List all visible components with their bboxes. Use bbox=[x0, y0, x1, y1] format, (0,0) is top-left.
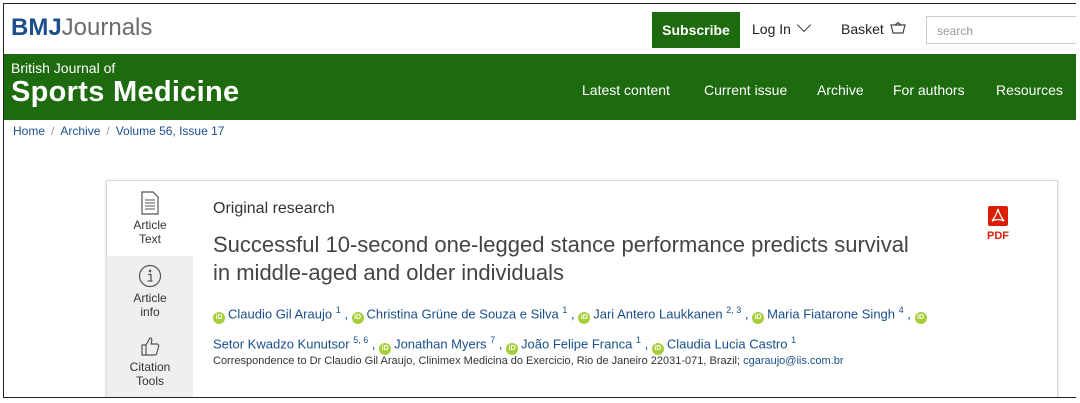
orcid-icon[interactable]: iD bbox=[379, 342, 392, 355]
journal-subtitle: British Journal of bbox=[11, 60, 116, 76]
breadcrumb: Home / Archive / Volume 56, Issue 17 bbox=[13, 124, 224, 138]
basket-icon[interactable] bbox=[890, 22, 906, 34]
journal-title[interactable]: Sports Medicine bbox=[11, 76, 240, 109]
logo-rest-text: Journals bbox=[61, 14, 153, 41]
article-title: Successful 10-second one-legged stance p… bbox=[213, 232, 909, 285]
author-link[interactable]: Claudio Gil Araujo bbox=[228, 306, 332, 321]
orcid-icon[interactable]: iD bbox=[506, 342, 519, 355]
pdf-label: PDF bbox=[987, 230, 1009, 242]
breadcrumb-home[interactable]: Home bbox=[13, 124, 45, 138]
tab-citation-tools[interactable]: Citation Tools bbox=[107, 335, 193, 388]
tab-label-line1: Article bbox=[133, 291, 167, 305]
author-list: iD Claudio Gil Araujo 1 , iD Christina Grü… bbox=[213, 297, 983, 358]
author-link[interactable]: João Felipe Franca bbox=[521, 337, 632, 352]
affiliation-ref[interactable]: 5, 6 bbox=[353, 335, 368, 345]
correspondence: Correspondence to Dr Claudio Gil Araujo,… bbox=[213, 355, 844, 367]
author-link[interactable]: Maria Fiatarone Singh bbox=[767, 306, 895, 321]
author-link[interactable]: Claudia Lucia Castro bbox=[667, 337, 788, 352]
tab-label-line2: Tools bbox=[135, 374, 164, 388]
pdf-icon bbox=[988, 206, 1008, 226]
basket-label: Basket bbox=[841, 21, 884, 37]
orcid-icon[interactable]: iD bbox=[752, 312, 765, 325]
journal-banner: British Journal of Sports Medicine Lates… bbox=[4, 54, 1076, 120]
thumbs-up-icon bbox=[141, 337, 160, 356]
tab-label-line1: Article bbox=[133, 218, 167, 232]
affiliation-ref[interactable]: 2, 3 bbox=[726, 305, 741, 315]
article-card: Article Text Article info Citation Tools bbox=[106, 180, 1058, 397]
article-sidebar: Article Text Article info Citation Tools bbox=[107, 181, 193, 397]
tab-label-line1: Citation bbox=[129, 360, 171, 374]
correspondence-text: Correspondence to Dr Claudio Gil Araujo,… bbox=[213, 355, 741, 367]
orcid-icon[interactable]: iD bbox=[651, 342, 664, 355]
affiliation-ref[interactable]: 7 bbox=[490, 335, 495, 345]
nav-latest-content[interactable]: Latest content bbox=[582, 82, 670, 98]
nav-current-issue[interactable]: Current issue bbox=[704, 82, 787, 98]
basket-link[interactable]: Basket bbox=[841, 21, 884, 37]
author-link[interactable]: Jari Antero Laukkanen bbox=[593, 306, 722, 321]
author-link[interactable]: Setor Kwadzo Kunutsor bbox=[213, 337, 350, 352]
login-label: Log In bbox=[752, 21, 791, 37]
logo-bold-text: BMJ bbox=[11, 14, 62, 41]
orcid-icon[interactable]: iD bbox=[213, 312, 225, 325]
chevron-down-icon bbox=[796, 17, 812, 33]
author-link[interactable]: Jonathan Myers bbox=[394, 337, 487, 352]
article-type: Original research bbox=[213, 200, 335, 217]
affiliation-ref[interactable]: 1 bbox=[336, 305, 341, 315]
nav-resources[interactable]: Resources bbox=[996, 82, 1063, 98]
tab-article-text[interactable]: Article Text bbox=[107, 181, 193, 256]
affiliation-ref[interactable]: 1 bbox=[636, 335, 641, 345]
tab-label-line2: Text bbox=[138, 232, 161, 246]
bmj-journals-logo[interactable]: BMJJournals bbox=[11, 14, 152, 42]
tab-article-info[interactable]: Article info bbox=[107, 264, 193, 319]
page-frame: BMJJournals Subscribe Log In Basket sear… bbox=[3, 3, 1076, 398]
affiliation-ref[interactable]: 1 bbox=[562, 305, 567, 315]
subscribe-button[interactable]: Subscribe bbox=[652, 12, 740, 48]
pdf-download[interactable]: PDF bbox=[983, 205, 1013, 242]
document-icon bbox=[141, 191, 159, 215]
nav-archive[interactable]: Archive bbox=[817, 82, 864, 98]
orcid-icon[interactable]: iD bbox=[351, 312, 364, 325]
nav-for-authors[interactable]: For authors bbox=[893, 82, 965, 98]
top-bar: BMJJournals Subscribe Log In Basket sear… bbox=[4, 4, 1076, 54]
affiliation-ref[interactable]: 1 bbox=[791, 335, 796, 345]
breadcrumb-issue[interactable]: Volume 56, Issue 17 bbox=[116, 124, 225, 138]
info-icon bbox=[138, 264, 162, 288]
affiliation-ref[interactable]: 4 bbox=[899, 305, 904, 315]
orcid-icon[interactable]: iD bbox=[914, 312, 927, 325]
correspondence-email[interactable]: cgaraujo@iis.com.br bbox=[743, 355, 843, 367]
breadcrumb-separator: / bbox=[106, 124, 110, 138]
search-input[interactable]: search bbox=[926, 16, 1076, 44]
tab-label-line2: info bbox=[140, 305, 160, 319]
breadcrumb-separator: / bbox=[51, 124, 55, 138]
author-link[interactable]: Christina Grüne de Souza e Silva bbox=[367, 306, 559, 321]
breadcrumb-archive[interactable]: Archive bbox=[60, 124, 100, 138]
login-menu[interactable]: Log In bbox=[752, 17, 812, 37]
orcid-icon[interactable]: iD bbox=[578, 312, 591, 325]
